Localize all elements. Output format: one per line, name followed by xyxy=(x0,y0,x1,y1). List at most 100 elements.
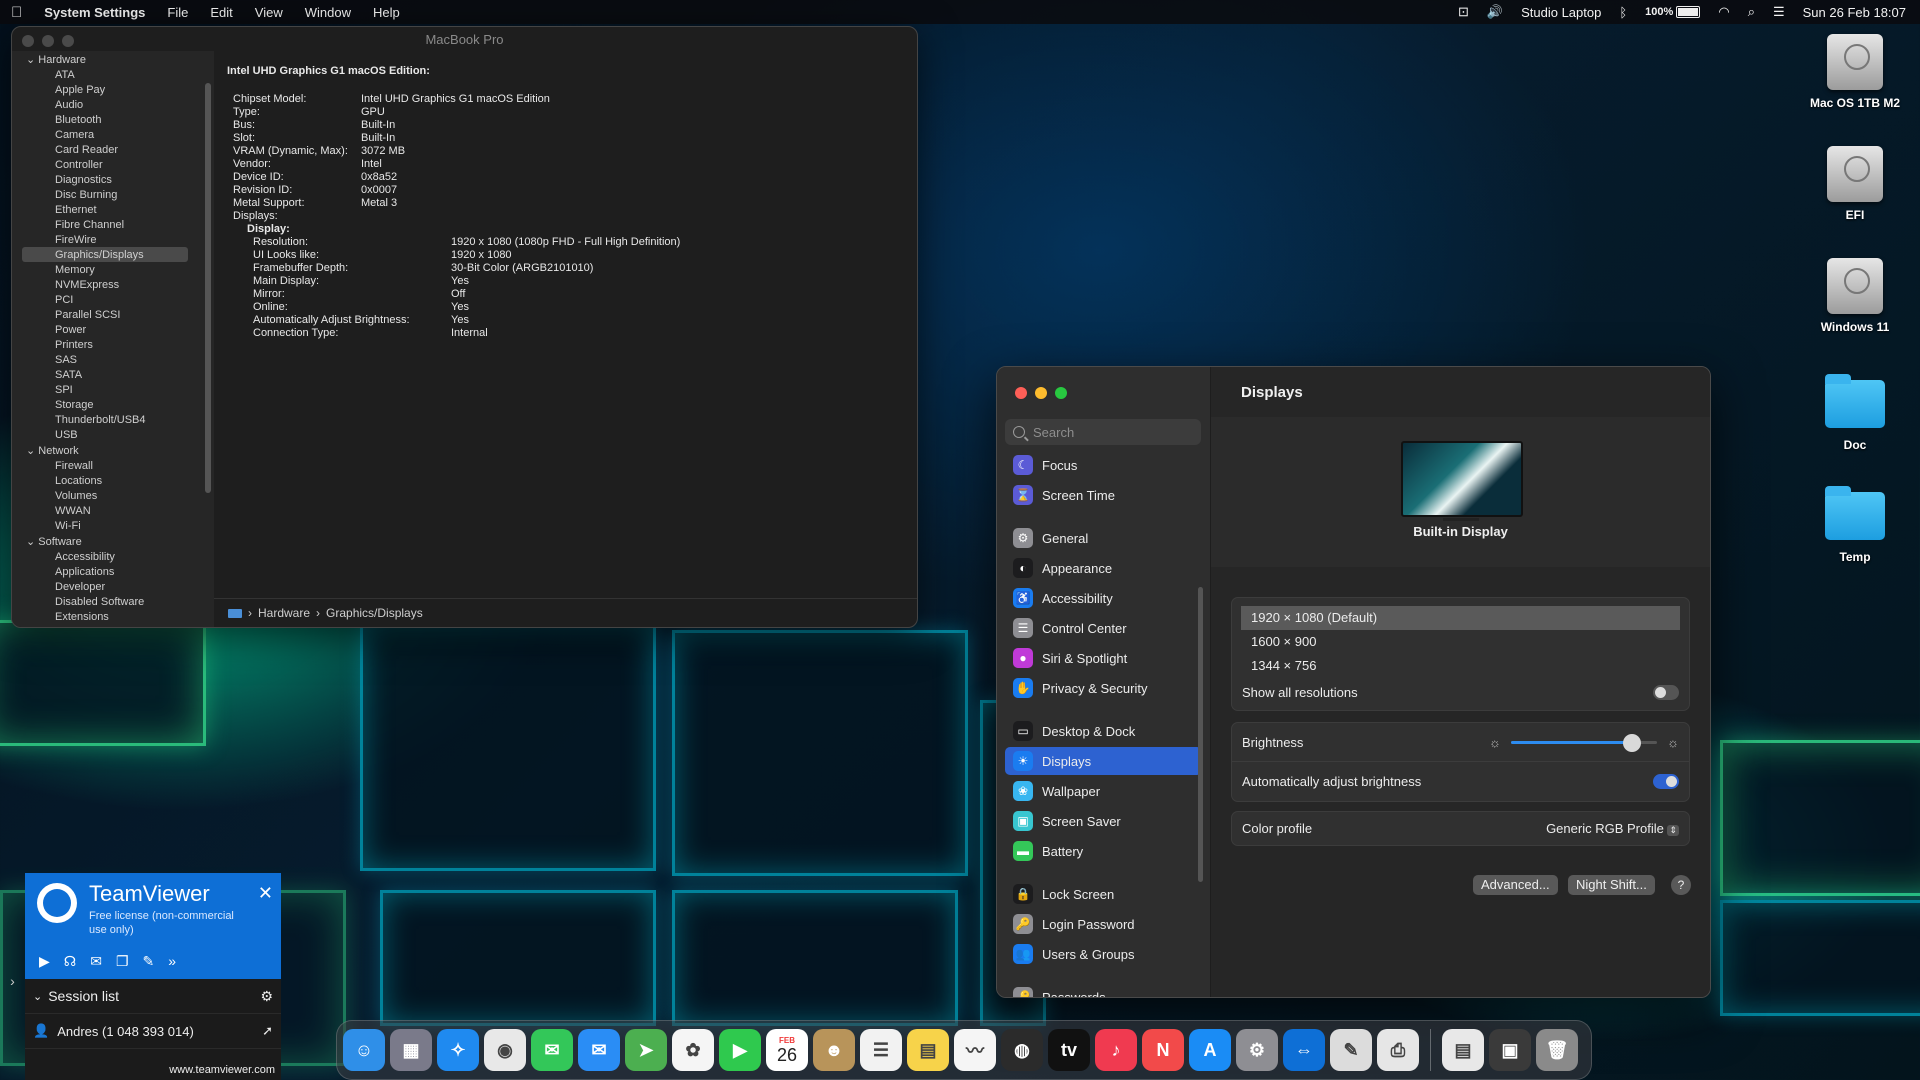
slider-knob[interactable] xyxy=(1623,733,1642,752)
teamviewer-link[interactable]: www.teamviewer.com xyxy=(169,1064,275,1076)
zoom-button[interactable] xyxy=(62,35,74,47)
color-profile-select[interactable]: Generic RGB Profile ⇕ xyxy=(1546,821,1679,836)
sidebar-item-focus[interactable]: ☾ Focus xyxy=(1005,451,1202,479)
battery-status[interactable]: 100% xyxy=(1645,6,1701,19)
resolution-option[interactable]: 1600 × 900 xyxy=(1241,630,1680,654)
apple-tv-icon[interactable]: tv xyxy=(1048,1029,1090,1071)
sidebar-item[interactable]: Developer xyxy=(12,579,214,594)
desktop-icon-disk[interactable]: Windows 11 xyxy=(1800,258,1910,334)
expand-arrow-icon[interactable]: › xyxy=(0,967,25,995)
sidebar-item-displays[interactable]: ☀ Displays xyxy=(1005,747,1202,775)
sidebar-item[interactable]: Applications xyxy=(12,564,214,579)
menu-window[interactable]: Window xyxy=(294,5,362,20)
sidebar-item[interactable]: Diagnostics xyxy=(12,172,214,187)
news-icon[interactable]: N xyxy=(1142,1029,1184,1071)
facetime-icon[interactable]: ▶ xyxy=(719,1029,761,1071)
brightness-slider[interactable]: ☼ ☼ xyxy=(1489,733,1679,752)
script-editor-icon[interactable]: ✎ xyxy=(1330,1029,1372,1071)
sidebar-item[interactable]: Thunderbolt/USB4 xyxy=(12,412,214,427)
menu-help[interactable]: Help xyxy=(362,5,411,20)
sidebar-item-general[interactable]: ⚙ General xyxy=(1005,524,1202,552)
resolution-option[interactable]: 1920 × 1080 (Default) xyxy=(1241,606,1680,630)
sidebar-item-wallpaper[interactable]: ❀ Wallpaper xyxy=(1005,777,1202,805)
headset-icon[interactable]: ☊ xyxy=(64,953,76,970)
app-store-icon[interactable]: A xyxy=(1189,1029,1231,1071)
resolution-option[interactable]: 1344 × 756 xyxy=(1241,654,1680,678)
search-field[interactable]: Search xyxy=(1005,419,1201,445)
sidebar-category[interactable]: ⌄ Software xyxy=(12,533,214,549)
sidebar-item-accessibility[interactable]: ♿ Accessibility xyxy=(1005,584,1202,612)
sidebar-item-users-groups[interactable]: 👥 Users & Groups xyxy=(1005,940,1202,968)
freeform-icon[interactable]: 〰 xyxy=(954,1029,996,1071)
teamviewer-icon[interactable]: ⇔ xyxy=(1283,1029,1325,1071)
gear-icon[interactable]: ⚙ xyxy=(260,988,273,1005)
sidebar-item[interactable]: Extensions xyxy=(12,609,214,624)
messages-icon[interactable]: ✉ xyxy=(531,1029,573,1071)
sidebar-item[interactable]: Parallel SCSI xyxy=(12,307,214,322)
sidebar-item[interactable]: Fibre Channel xyxy=(12,217,214,232)
trash-icon[interactable]: 🗑 xyxy=(1536,1029,1578,1071)
apple-menu-icon[interactable]:  xyxy=(0,4,33,21)
video-icon[interactable]: ▶ xyxy=(39,953,50,970)
sidebar-item[interactable]: Card Reader xyxy=(12,142,214,157)
zoom-button[interactable] xyxy=(1055,387,1067,399)
sidebar-item[interactable]: Graphics/Displays xyxy=(22,247,188,262)
activity-monitor-icon[interactable]: ⊡ xyxy=(1458,4,1469,20)
sidebar-item[interactable]: SATA xyxy=(12,367,214,382)
sidebar-item[interactable]: Wi-Fi xyxy=(12,518,214,533)
sidebar-item[interactable]: Disc Burning xyxy=(12,187,214,202)
sidebar-item[interactable]: Audio xyxy=(12,97,214,112)
chat-icon[interactable]: ✉ xyxy=(90,953,102,970)
notes-icon[interactable]: ▤ xyxy=(907,1029,949,1071)
chevron-down-icon[interactable]: ⌄ xyxy=(26,536,38,548)
sidebar-item[interactable]: Firewall xyxy=(12,458,214,473)
menu-file[interactable]: File xyxy=(156,5,199,20)
printer-icon[interactable]: ⎙ xyxy=(1377,1029,1419,1071)
sidebar-item[interactable]: SPI xyxy=(12,382,214,397)
more-icon[interactable]: » xyxy=(168,953,176,970)
photos-icon[interactable]: ✿ xyxy=(672,1029,714,1071)
sidebar-item-privacy-security[interactable]: ✋ Privacy & Security xyxy=(1005,674,1202,702)
close-icon[interactable]: ✕ xyxy=(258,883,273,904)
sidebar-item-siri-spotlight[interactable]: ● Siri & Spotlight xyxy=(1005,644,1202,672)
auto-brightness-toggle[interactable] xyxy=(1653,773,1679,789)
mission-control-icon[interactable]: ◍ xyxy=(1001,1029,1043,1071)
sidebar-item[interactable]: Accessibility xyxy=(12,549,214,564)
sidebar-item[interactable]: Controller xyxy=(12,157,214,172)
mail-icon[interactable]: ✉ xyxy=(578,1029,620,1071)
menu-view[interactable]: View xyxy=(244,5,294,20)
calendar-icon[interactable]: FEB 26 xyxy=(766,1029,808,1071)
sidebar-item[interactable]: USB xyxy=(12,427,214,442)
display-thumbnail[interactable] xyxy=(1401,441,1523,521)
advanced-button[interactable]: Advanced... xyxy=(1473,875,1558,895)
tools-icon[interactable]: ✎ xyxy=(143,953,155,970)
sidebar-item[interactable]: WWAN xyxy=(12,503,214,518)
sidebar-item-control-center[interactable]: ☰ Control Center xyxy=(1005,614,1202,642)
minimize-button[interactable] xyxy=(42,35,54,47)
desktop-icon-disk[interactable]: EFI xyxy=(1800,146,1910,222)
sidebar-item[interactable]: SAS xyxy=(12,352,214,367)
files-icon[interactable]: ❐ xyxy=(116,953,129,970)
sidebar-item[interactable]: Memory xyxy=(12,262,214,277)
pointer-icon[interactable]: ➚ xyxy=(262,1023,273,1039)
sidebar-item-passwords[interactable]: 🔑 Passwords xyxy=(1005,983,1202,997)
document-icon[interactable]: ▤ xyxy=(1442,1029,1484,1071)
close-button[interactable] xyxy=(22,35,34,47)
session-item[interactable]: 👤 Andres (1 048 393 014) ➚ xyxy=(25,1014,281,1049)
sidebar-item[interactable]: Ethernet xyxy=(12,202,214,217)
wifi-icon[interactable]: ◠ xyxy=(1718,4,1729,20)
sidebar-scrollbar[interactable] xyxy=(1198,587,1203,882)
sidebar-item[interactable]: Storage xyxy=(12,397,214,412)
launchpad-icon[interactable]: ▦ xyxy=(390,1029,432,1071)
help-button[interactable]: ? xyxy=(1671,875,1691,895)
sidebar-item-screen-saver[interactable]: ▣ Screen Saver xyxy=(1005,807,1202,835)
sidebar-category[interactable]: ⌄ Network xyxy=(12,442,214,458)
clock[interactable]: Sun 26 Feb 18:07 xyxy=(1803,5,1906,20)
close-button[interactable] xyxy=(1015,387,1027,399)
sidebar-item-battery[interactable]: ▬ Battery xyxy=(1005,837,1202,865)
system-settings-icon[interactable]: ⚙ xyxy=(1236,1029,1278,1071)
contacts-icon[interactable]: ☻ xyxy=(813,1029,855,1071)
desktop-icon-disk[interactable]: Mac OS 1TB M2 xyxy=(1800,34,1910,110)
screenshot-thumbnail-icon[interactable]: ▣ xyxy=(1489,1029,1531,1071)
desktop-icon-folder[interactable]: Doc xyxy=(1800,374,1910,452)
